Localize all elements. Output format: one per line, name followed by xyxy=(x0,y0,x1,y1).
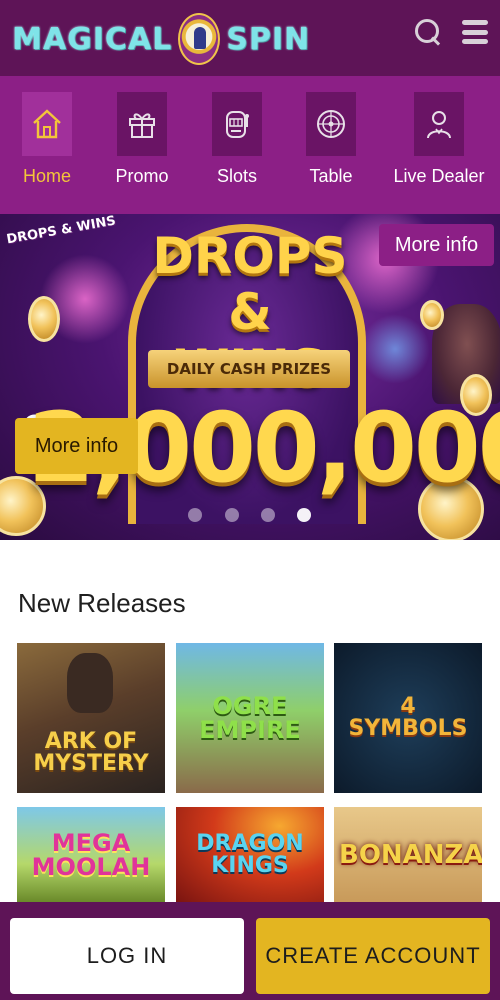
carousel-dot-2[interactable] xyxy=(225,508,239,522)
magical-spin-logo[interactable]: MAGICAL SPIN xyxy=(12,13,311,65)
category-nav: Home Promo Slots Table Live Dealer xyxy=(0,76,500,214)
header-actions xyxy=(414,18,488,46)
game-tile[interactable]: DRAGON KINGS xyxy=(176,807,324,902)
login-button[interactable]: LOG IN xyxy=(10,918,244,994)
logo-text-left: MAGICAL xyxy=(12,21,173,57)
more-info-button-secondary[interactable]: More info xyxy=(15,418,138,474)
game-title: BONANZA xyxy=(339,839,482,870)
game-title: MEGA MOOLAH xyxy=(31,828,151,881)
bottom-action-bar: LOG IN CREATE ACCOUNT xyxy=(0,902,500,1000)
dealer-icon xyxy=(414,92,464,156)
more-info-button[interactable]: More info xyxy=(379,224,494,266)
gift-icon xyxy=(117,92,167,156)
game-title: ARK OF MYSTERY xyxy=(33,729,149,776)
nav-label-table: Table xyxy=(309,166,353,186)
game-tile[interactable]: BONANZA xyxy=(334,807,482,902)
firework-decoration xyxy=(360,314,430,384)
game-tile[interactable]: ARK OF MYSTERY xyxy=(17,643,165,793)
nav-item-home[interactable]: Home xyxy=(2,92,92,187)
search-icon[interactable] xyxy=(414,18,442,46)
new-releases-heading: New Releases xyxy=(18,588,186,618)
game-title: OGRE EMPIRE xyxy=(199,692,301,744)
carousel-dot-4[interactable] xyxy=(297,508,311,522)
create-account-button[interactable]: CREATE ACCOUNT xyxy=(256,918,490,994)
home-icon xyxy=(22,92,72,156)
roulette-icon xyxy=(306,92,356,156)
game-title: 4 SYMBOLS xyxy=(348,694,468,741)
nav-label-promo: Promo xyxy=(115,166,169,186)
game-tile[interactable]: 4 SYMBOLS xyxy=(334,643,482,793)
nav-item-table[interactable]: Table xyxy=(286,92,376,187)
carousel-dot-3[interactable] xyxy=(261,508,275,522)
coin-decoration xyxy=(28,296,60,342)
explorer-illustration xyxy=(67,653,113,713)
game-tile[interactable]: OGRE EMPIRE xyxy=(176,643,324,793)
daily-cash-ribbon: DAILY CASH PRIZES xyxy=(148,350,350,388)
nav-label-slots: Slots xyxy=(216,166,258,186)
nav-label-home: Home xyxy=(22,166,71,186)
nav-item-live-dealer[interactable]: Live Dealer xyxy=(393,92,485,187)
coin-decoration xyxy=(420,300,444,330)
nav-item-slots[interactable]: Slots xyxy=(192,92,282,187)
carousel-dots xyxy=(0,506,500,526)
nav-label-live-dealer: Live Dealer xyxy=(393,166,485,186)
hamburger-menu-icon[interactable] xyxy=(462,18,488,46)
logo-text-right: SPIN xyxy=(226,21,311,57)
banner-title-line1: DROPS xyxy=(152,227,348,285)
slot-machine-icon xyxy=(212,92,262,156)
drops-wins-badge: DROPS & WINS xyxy=(5,214,117,248)
game-tile[interactable]: MEGA MOOLAH xyxy=(17,807,165,902)
nav-item-promo[interactable]: Promo xyxy=(97,92,187,187)
top-header: MAGICAL SPIN xyxy=(0,0,500,76)
game-title: DRAGON KINGS xyxy=(196,830,304,878)
carousel-dot-1[interactable] xyxy=(188,508,202,522)
logo-wizard-badge-icon xyxy=(178,13,221,65)
